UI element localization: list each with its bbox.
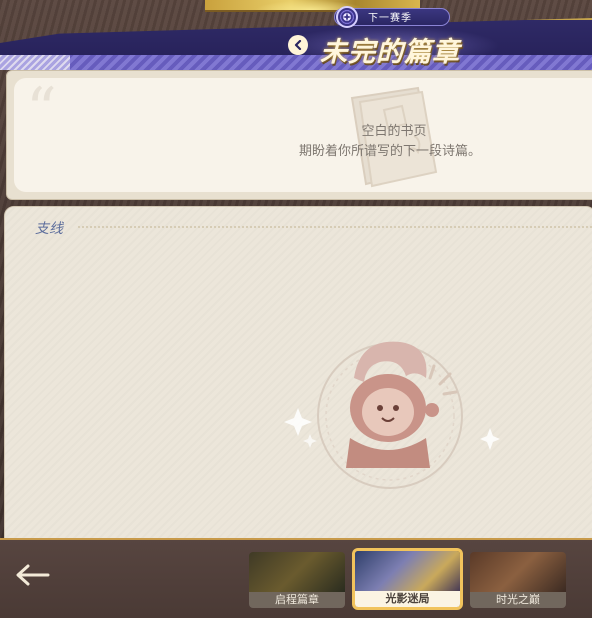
side-quest-label: 支线 [35,221,63,237]
back-arrow-icon[interactable] [14,560,52,590]
chapter-card-3[interactable]: 时光之巅 [470,552,566,608]
banner-stripes [0,55,592,70]
chapter-card-2-selected[interactable]: 光影迷局 [352,548,463,610]
chapter-card-1[interactable]: 启程篇章 [249,552,345,608]
empty-page-title: 空白的书页 [361,124,427,139]
chapter-thumbnail [470,552,566,592]
season-label[interactable]: 下一赛季 [368,9,412,24]
empty-page-subtitle: 期盼着你所谱写的下一段诗篇。 [298,144,481,159]
chapter-label: 光影迷局 [355,591,460,607]
mascot-icon [284,341,500,489]
side-quest-divider [78,226,592,228]
chevron-left-icon[interactable] [288,35,308,55]
chapter-label: 启程篇章 [249,592,345,608]
chapter-thumbnail [249,552,345,592]
page-title: 未完的篇章 [320,37,460,68]
season-emblem-icon[interactable] [336,6,358,28]
chapter-label: 时光之巅 [470,592,566,608]
chapter-thumbnail [355,551,460,595]
